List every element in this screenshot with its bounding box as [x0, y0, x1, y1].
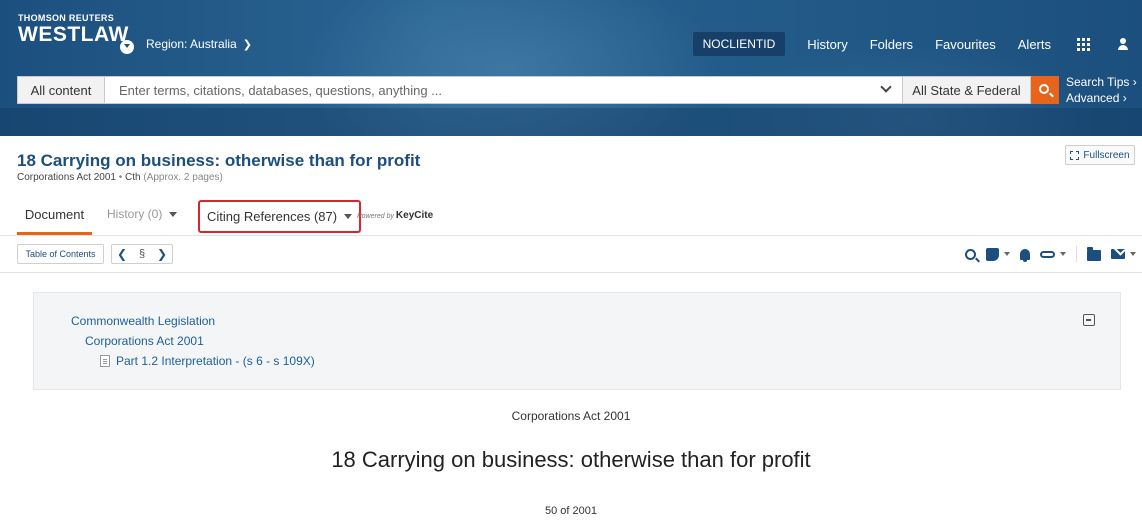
act-name: Corporations Act 2001 [511, 409, 631, 423]
breadcrumb-level-3-label: Part 1.2 Interpretation - (s 6 - s 109X) [116, 354, 315, 368]
breadcrumb-level-3[interactable]: Part 1.2 Interpretation - (s 6 - s 109X) [100, 354, 315, 368]
section-navigation: ❮ § ❯ [111, 244, 173, 264]
region-selector[interactable]: Region: Australia ❯ [146, 37, 252, 51]
user-icon[interactable] [1116, 37, 1130, 51]
search-links: Search Tips › Advanced › [1066, 74, 1137, 106]
document-meta: Corporations Act 2001 • Cth (Approx. 2 p… [17, 172, 223, 183]
search-icon [1039, 84, 1049, 94]
chevron-down-icon: ❯ [242, 39, 252, 51]
act-number: 50 of 2001 [545, 505, 597, 517]
search-input[interactable] [119, 82, 819, 98]
search-icon [965, 248, 976, 260]
breadcrumb: Commonwealth Legislation Corporations Ac… [33, 292, 1121, 390]
jurisdiction-selector[interactable]: All State & Federal [903, 76, 1031, 104]
apps-grid-icon[interactable] [1077, 37, 1090, 51]
link-icon [1040, 250, 1055, 258]
breadcrumb-level-1[interactable]: Commonwealth Legislation [71, 314, 215, 328]
divider [0, 272, 1142, 273]
nav-folders[interactable]: Folders [870, 37, 913, 52]
nav-history[interactable]: History [807, 37, 847, 52]
search-bar: All content All State & Federal [17, 76, 1059, 104]
client-id-button[interactable]: NOCLIENTID [692, 32, 786, 56]
collapse-icon[interactable] [1083, 314, 1095, 326]
westlaw-logo[interactable]: THOMSON REUTERS WESTLAW [18, 13, 129, 47]
top-navigation: NOCLIENTID History Folders Favourites Al… [692, 32, 1130, 56]
caret-down-icon [1130, 252, 1136, 256]
note-icon [986, 247, 999, 261]
mail-icon [1111, 249, 1125, 259]
tab-history[interactable]: History (0) [107, 207, 178, 221]
breadcrumb-level-2[interactable]: Corporations Act 2001 [85, 334, 204, 348]
fullscreen-label: Fullscreen [1083, 149, 1130, 161]
caret-down-icon [169, 212, 178, 218]
header-band [0, 108, 1142, 136]
document-tools [955, 244, 1136, 264]
caret-down-icon [344, 214, 353, 219]
caret-down-icon [1060, 252, 1066, 256]
fullscreen-button[interactable]: Fullscreen [1065, 145, 1135, 165]
jurisdiction-label: Cth [125, 172, 141, 183]
tab-citing-label: Citing References (87) [207, 209, 338, 224]
powered-by-label: Powered by [357, 213, 394, 220]
caret-down-icon [1004, 252, 1010, 256]
tab-history-label: History (0) [107, 207, 163, 221]
nav-favourites[interactable]: Favourites [935, 37, 996, 52]
brand-name: WESTLAW [18, 23, 129, 46]
keycite-logo: Powered by KeyCite [357, 210, 433, 221]
keycite-brand: KeyCite [395, 210, 434, 221]
brand-top-text: THOMSON REUTERS [18, 13, 115, 23]
section-heading: 18 Carrying on business: otherwise than … [331, 447, 811, 472]
table-of-contents-button[interactable]: Table of Contents [17, 244, 104, 264]
act-link[interactable]: Corporations Act 2001 [17, 172, 116, 183]
divider [0, 235, 1142, 236]
product-menu-icon[interactable] [120, 40, 134, 54]
region-label: Region: Australia [146, 37, 237, 51]
tab-document[interactable]: Document [17, 207, 92, 235]
next-section-button[interactable]: ❯ [152, 245, 172, 263]
search-tips-label: Search Tips [1066, 75, 1130, 89]
previous-section-button[interactable]: ❮ [112, 245, 132, 263]
advanced-label: Advanced [1066, 91, 1120, 105]
deliver-button[interactable] [1111, 244, 1136, 264]
advanced-search-link[interactable]: Advanced › [1066, 90, 1137, 106]
annotate-button[interactable] [986, 244, 1010, 264]
app-header: THOMSON REUTERS WESTLAW Region: Australi… [0, 0, 1142, 136]
search-button[interactable] [1031, 76, 1059, 104]
search-tips-link[interactable]: Search Tips › [1066, 74, 1137, 90]
search-input-container [105, 76, 903, 104]
nav-alerts[interactable]: Alerts [1018, 37, 1051, 52]
chevron-down-icon[interactable] [880, 81, 892, 93]
content-scope-button[interactable]: All content [17, 76, 105, 104]
save-to-folder-button[interactable] [1087, 244, 1101, 264]
page-estimate: (Approx. 2 pages) [143, 172, 223, 183]
bell-icon [1020, 248, 1030, 262]
fullscreen-icon [1070, 150, 1080, 160]
document-tabs: Document History (0) Citing References (… [17, 200, 1142, 235]
alert-button[interactable] [1020, 244, 1030, 264]
link-button[interactable] [1040, 244, 1066, 264]
tab-citing-references[interactable]: Citing References (87) [198, 200, 362, 233]
section-symbol-button[interactable]: § [132, 245, 152, 263]
divider [1076, 246, 1077, 262]
search-within-button[interactable] [965, 244, 976, 264]
folder-icon [1087, 246, 1101, 261]
document-icon [100, 355, 110, 367]
document-title: 18 Carrying on business: otherwise than … [17, 151, 421, 170]
